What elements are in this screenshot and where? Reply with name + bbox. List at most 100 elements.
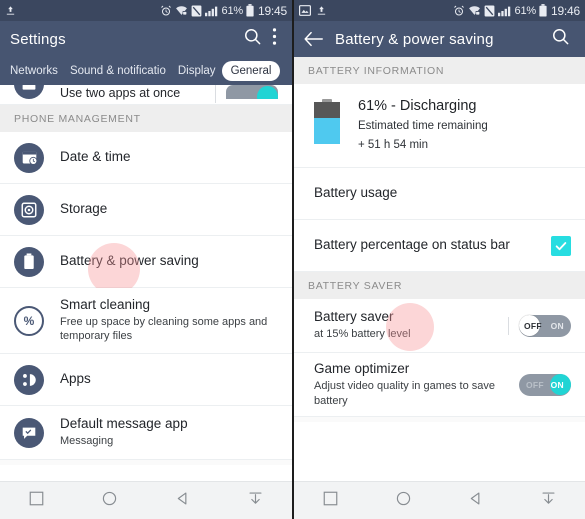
list-item-battery-power-saving[interactable]: Battery & power saving xyxy=(0,236,292,295)
left-status-bar: 61% 19:45 xyxy=(0,0,292,21)
smart-cleaning-icon: % xyxy=(14,305,44,336)
list-item-date-time[interactable]: Date & time xyxy=(0,132,292,184)
search-icon[interactable] xyxy=(238,27,267,51)
page-title: Battery & power saving xyxy=(335,30,494,48)
hide-keyboard-icon[interactable] xyxy=(531,487,566,515)
battery-saver-toggle[interactable]: OFF ON xyxy=(519,314,571,337)
list-item-sublabel: at 15% battery level xyxy=(314,328,411,341)
tab-general[interactable]: General xyxy=(221,61,281,81)
row-divider xyxy=(508,316,509,335)
date-time-icon xyxy=(14,142,44,173)
left-navigation-bar xyxy=(0,481,292,519)
list-item-label: Battery & power saving xyxy=(60,253,199,269)
battery-estimate-value: + 51 h 54 min xyxy=(358,138,429,151)
status-left-icons xyxy=(299,5,327,16)
right-navigation-bar xyxy=(294,481,585,519)
dual-screenshot: 61% 19:45 Settings Networks Sound & noti… xyxy=(0,0,585,519)
signal-icon xyxy=(497,5,512,17)
list-item-use-two-apps[interactable]: Use two apps at once xyxy=(0,85,292,105)
wifi-lock-icon xyxy=(468,5,481,16)
tab-display[interactable]: Display xyxy=(172,62,222,80)
right-phone-screen: 61% 19:46 Battery & power saving BATTERY… xyxy=(292,0,585,519)
use-two-apps-toggle[interactable] xyxy=(226,85,278,99)
message-app-icon xyxy=(14,417,44,448)
list-item-label: Apps xyxy=(60,371,91,387)
overflow-menu-icon[interactable] xyxy=(267,27,282,51)
right-app-bar: Battery & power saving xyxy=(294,21,585,57)
page-title: Settings xyxy=(10,30,66,48)
list-item-label: Battery percentage on status bar xyxy=(314,237,510,253)
section-header-battery-saver: BATTERY SAVER xyxy=(294,272,585,300)
upload-icon xyxy=(5,5,16,16)
section-header-battery-information: BATTERY INFORMATION xyxy=(294,57,585,84)
battery-status-icon xyxy=(246,4,254,17)
sync-off-icon xyxy=(484,5,495,17)
back-arrow-icon[interactable] xyxy=(304,31,323,47)
battery-status-text: 61% - Discharging xyxy=(358,98,477,114)
toggle-off-label: OFF xyxy=(526,379,544,390)
list-item-label: Storage xyxy=(60,201,108,217)
list-item-sublabel: Adjust video quality in games to save ba… xyxy=(314,379,495,407)
battery-body xyxy=(314,102,340,144)
upload-icon xyxy=(316,5,327,16)
battery-depleted-portion xyxy=(314,102,340,119)
battery-status-block[interactable]: 61% - Discharging Estimated time remaini… xyxy=(294,84,585,169)
recents-icon[interactable] xyxy=(19,487,54,515)
list-item-label: Battery usage xyxy=(314,185,398,201)
alarm-icon xyxy=(160,5,172,17)
settings-tab-strip: Networks Sound & notificatio Display Gen… xyxy=(0,57,292,85)
battery-percentage-checkbox[interactable] xyxy=(551,235,571,256)
left-app-bar: Settings xyxy=(0,21,292,57)
tab-networks[interactable]: Networks xyxy=(4,62,64,80)
list-item-label: Game optimizer xyxy=(314,360,410,376)
list-item-label: Date & time xyxy=(60,149,131,165)
battery-status-icon xyxy=(539,4,547,17)
toggle-off-label: OFF xyxy=(524,320,542,331)
tab-sound-notification[interactable]: Sound & notificatio xyxy=(64,62,172,80)
list-item-battery-usage[interactable]: Battery usage xyxy=(294,168,585,221)
status-clock: 19:45 xyxy=(257,3,287,18)
list-item-storage[interactable]: Storage xyxy=(0,184,292,236)
sync-off-icon xyxy=(191,5,202,17)
list-item-sublabel: Messaging xyxy=(60,435,114,448)
list-item-label: Battery saver xyxy=(314,309,394,325)
status-right-icons: 61% 19:46 xyxy=(453,4,580,18)
hide-keyboard-icon[interactable] xyxy=(238,487,273,515)
list-item-label: Use two apps at once xyxy=(60,86,181,100)
toggle-on-label: ON xyxy=(550,379,564,390)
row-divider xyxy=(215,85,216,103)
section-header-phone-management: PHONE MANAGEMENT xyxy=(0,105,292,132)
battery-icon xyxy=(14,246,44,277)
back-icon[interactable] xyxy=(458,487,493,515)
alarm-icon xyxy=(453,5,465,17)
list-item-label: Smart cleaning xyxy=(60,296,151,312)
left-settings-list: Use two apps at once PHONE MANAGEMENT Da… xyxy=(0,85,292,481)
dual-window-icon xyxy=(14,85,44,99)
toggle-on-label: ON xyxy=(550,320,564,331)
list-item-battery-percentage-status-bar[interactable]: Battery percentage on status bar xyxy=(294,220,585,273)
list-item-sublabel: Free up space by cleaning some apps and … xyxy=(60,315,268,343)
search-icon[interactable] xyxy=(546,27,575,51)
status-battery-percent: 61% xyxy=(514,4,537,17)
list-item-apps[interactable]: Apps xyxy=(0,354,292,406)
game-optimizer-toggle[interactable]: OFF ON xyxy=(519,373,571,396)
list-item-default-message-app[interactable]: Default message app Messaging xyxy=(0,406,292,460)
recents-icon[interactable] xyxy=(313,487,348,515)
apps-icon xyxy=(14,364,44,395)
back-icon[interactable] xyxy=(165,487,200,515)
list-item-battery-saver[interactable]: Battery saver at 15% battery level OFF O… xyxy=(294,299,585,354)
home-icon[interactable] xyxy=(92,487,127,515)
status-right-icons: 61% 19:45 xyxy=(160,4,287,18)
list-item-game-optimizer[interactable]: Game optimizer Adjust video quality in g… xyxy=(294,353,585,418)
status-battery-percent: 61% xyxy=(221,4,244,17)
toggle-knob xyxy=(257,85,278,99)
battery-estimate-label: Estimated time remaining xyxy=(358,119,488,132)
left-phone-screen: 61% 19:45 Settings Networks Sound & noti… xyxy=(0,0,292,519)
signal-icon xyxy=(204,5,219,17)
storage-icon xyxy=(14,194,44,225)
wifi-lock-icon xyxy=(175,5,188,16)
list-bottom-fade xyxy=(294,417,585,423)
home-icon[interactable] xyxy=(386,487,421,515)
list-item-smart-cleaning[interactable]: % Smart cleaning Free up space by cleani… xyxy=(0,288,292,354)
image-icon xyxy=(299,5,311,16)
